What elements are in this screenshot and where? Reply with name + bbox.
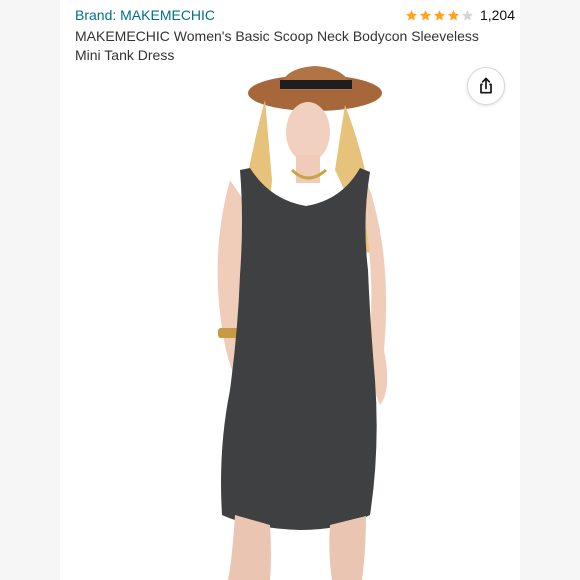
product-header: Brand: MAKEMECHIC 1,204 MAKEMECHIC Women… (75, 4, 515, 65)
share-button[interactable] (467, 67, 505, 105)
star-full-icon (434, 9, 445, 20)
page: Brand: MAKEMECHIC 1,204 MAKEMECHIC Women… (0, 0, 580, 580)
star-full-icon (448, 9, 459, 20)
star-full-icon (420, 9, 431, 20)
rating-count[interactable]: 1,204 (480, 7, 515, 23)
star-empty-icon (462, 9, 473, 20)
brand-link[interactable]: Brand: MAKEMECHIC (75, 7, 215, 23)
dress (221, 168, 377, 530)
hat-band (280, 80, 352, 89)
product-image[interactable] (130, 60, 460, 580)
face (286, 102, 330, 162)
rating[interactable]: 1,204 (405, 7, 515, 23)
star-full-icon (406, 9, 417, 20)
brand-row: Brand: MAKEMECHIC 1,204 (75, 4, 515, 26)
leg-right (329, 516, 366, 580)
share-icon (480, 77, 492, 94)
leg-left (228, 515, 271, 580)
rating-stars (405, 9, 474, 22)
